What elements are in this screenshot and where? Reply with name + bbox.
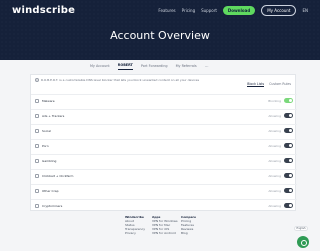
malware-toggle[interactable]: [284, 98, 293, 103]
social-toggle[interactable]: [284, 128, 293, 133]
malware-icon: [35, 98, 39, 103]
list-item: Clickbait + Clickfarm Allowing: [31, 169, 297, 181]
footer-column: Compare Pricing Features Reviews Blog: [181, 215, 196, 235]
list-item: Other Crap Allowing: [31, 184, 297, 196]
list-item: Porn Allowing: [31, 139, 297, 151]
row-status: Allowing: [268, 128, 281, 133]
row-label: Porn: [42, 143, 49, 148]
footer-language-select[interactable]: English: [294, 226, 308, 231]
footer-link[interactable]: VPN for Android: [152, 231, 178, 235]
clickbait-icon: [35, 173, 39, 178]
custom-rules-tab[interactable]: Custom Rules: [269, 82, 291, 87]
tab-port-forwarding[interactable]: Port Forwarding: [141, 62, 168, 70]
footer: Windscribe About Status Transparency Pri…: [0, 213, 320, 251]
row-status: Allowing: [268, 173, 281, 178]
hero-banner: windscribe Features Pricing Support Down…: [0, 0, 320, 60]
top-nav: Features Pricing Support Download My Acc…: [158, 5, 308, 16]
row-status: Blocking: [268, 98, 281, 103]
tab-robert[interactable]: ROBERT: [117, 61, 133, 70]
gambling-icon: [35, 158, 39, 163]
other-crap-toggle[interactable]: [284, 188, 293, 193]
robert-panel: i R.O.B.E.R.T. is a customizable DNS lev…: [30, 74, 297, 211]
cryptominer-icon: [35, 203, 39, 208]
list-item: Social Allowing: [31, 124, 297, 136]
porn-toggle[interactable]: [284, 143, 293, 148]
cryptominer-toggle[interactable]: [284, 203, 293, 208]
row-label: Social: [42, 128, 51, 133]
footer-column: Apps VPN for Windows VPN for Mac VPN for…: [152, 215, 178, 235]
row-label: Clickbait + Clickfarm: [42, 173, 74, 178]
row-status: Allowing: [268, 143, 281, 148]
social-icon: [35, 128, 39, 133]
footer-link[interactable]: Privacy: [125, 231, 145, 235]
ads-toggle[interactable]: [284, 113, 293, 118]
list-item: Cryptominers Allowing: [31, 199, 297, 211]
mode-switch: Block Lists Custom Rules: [247, 82, 291, 87]
tab-my-account[interactable]: My Account: [90, 62, 110, 70]
gambling-toggle[interactable]: [284, 158, 293, 163]
row-status: Allowing: [268, 188, 281, 193]
nav-pricing[interactable]: Pricing: [182, 8, 195, 13]
list-item: Gambling Allowing: [31, 154, 297, 166]
download-button[interactable]: Download: [222, 6, 256, 15]
porn-icon: [35, 143, 39, 148]
intro-label: R.O.B.E.R.T. is a customizable DNS level…: [41, 78, 200, 82]
intro-text: i R.O.B.E.R.T. is a customizable DNS lev…: [35, 78, 199, 82]
info-icon: i: [35, 78, 39, 82]
account-tabs: My Account ROBERT Port Forwarding My Ref…: [90, 61, 240, 70]
row-label: Other Crap: [42, 188, 59, 193]
page-title: Account Overview: [110, 29, 210, 42]
row-status: Allowing: [268, 113, 281, 118]
other-crap-icon: [35, 188, 39, 193]
footer-link[interactable]: Blog: [181, 231, 196, 235]
footer-column: Windscribe About Status Transparency Pri…: [125, 215, 145, 235]
row-label: Malware: [42, 98, 55, 103]
row-status: Allowing: [268, 203, 281, 208]
block-lists-tab[interactable]: Block Lists: [247, 82, 265, 87]
nav-support[interactable]: Support: [201, 8, 217, 13]
row-status: Allowing: [268, 158, 281, 163]
tab-my-referrals[interactable]: My Referrals: [176, 62, 197, 70]
nav-features[interactable]: Features: [158, 8, 175, 13]
row-label: Ads + Trackers: [42, 113, 65, 118]
clickbait-toggle[interactable]: [284, 173, 293, 178]
row-label: Gambling: [42, 158, 57, 163]
list-item: Ads + Trackers Allowing: [31, 109, 297, 121]
chat-support-button[interactable]: [297, 236, 309, 248]
ads-icon: [35, 113, 39, 118]
more-icon[interactable]: ...: [205, 63, 209, 68]
my-account-button[interactable]: My Account: [261, 5, 297, 16]
row-label: Cryptominers: [42, 203, 63, 208]
list-item: Malware Blocking: [31, 94, 297, 106]
language-selector[interactable]: EN: [302, 8, 308, 13]
windscribe-logo[interactable]: windscribe: [12, 5, 75, 16]
